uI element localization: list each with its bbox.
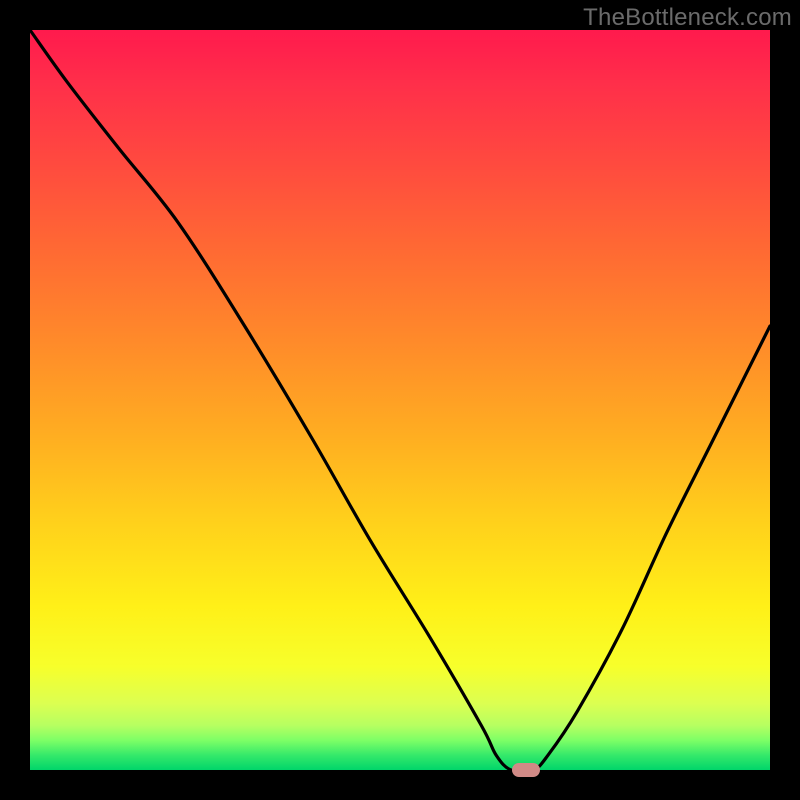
bottleneck-curve [30, 30, 770, 770]
plot-area [30, 30, 770, 770]
min-marker [512, 763, 540, 777]
figure-frame: TheBottleneck.com [0, 0, 800, 800]
watermark-text: TheBottleneck.com [583, 4, 792, 32]
curve-path [30, 30, 770, 772]
